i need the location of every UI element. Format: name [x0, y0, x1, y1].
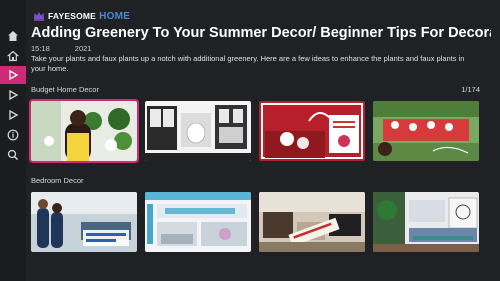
sidebar [0, 0, 26, 281]
video-meta: 15:18 2021 [31, 44, 91, 53]
sidebar-item-videos[interactable] [0, 66, 26, 84]
channel-name: FAYESOME [48, 11, 97, 21]
crown-logo-icon [33, 10, 45, 22]
video-year: 2021 [74, 44, 92, 53]
sidebar-item-home[interactable] [6, 29, 20, 43]
sidebar-item-home-2[interactable] [6, 49, 20, 63]
thumb-greenery-summer-decor[interactable] [29, 99, 139, 163]
channel-name-suffix: HOME [99, 10, 131, 22]
home-outline-icon [7, 50, 19, 62]
thumb-grand-table[interactable] [373, 101, 479, 161]
home-icon [8, 31, 18, 41]
row-label-bedroom-decor: Bedroom Decor [31, 176, 84, 185]
thumb-table-decor[interactable] [259, 101, 365, 161]
row-counter: 1/174 [461, 85, 480, 94]
thumb-cozy-living-room[interactable] [373, 192, 479, 252]
row-label-budget-home-decor: Budget Home Decor [31, 85, 99, 94]
search-icon [7, 149, 19, 161]
play-outline-icon [9, 89, 19, 101]
video-duration: 15:18 [31, 44, 50, 53]
channel-header: FAYESOME HOME [33, 9, 130, 23]
thumb-small-living-room-makeover[interactable] [145, 101, 251, 161]
thumb-living-room-budget[interactable] [31, 192, 137, 252]
sidebar-item-playlist[interactable] [6, 88, 20, 102]
thumb-home-tour[interactable] [259, 192, 365, 252]
sidebar-item-search[interactable] [6, 148, 20, 162]
info-icon [7, 129, 19, 141]
video-description: Take your plants and faux plants up a no… [31, 54, 465, 73]
video-title: Adding Greenery To Your Summer Decor/ Be… [31, 25, 491, 41]
sidebar-item-playlist-2[interactable] [6, 108, 20, 122]
thumb-decorating-tips[interactable] [145, 192, 251, 252]
sidebar-item-info[interactable] [6, 128, 20, 142]
play-icon [9, 69, 19, 81]
play-outline-icon [9, 109, 19, 121]
